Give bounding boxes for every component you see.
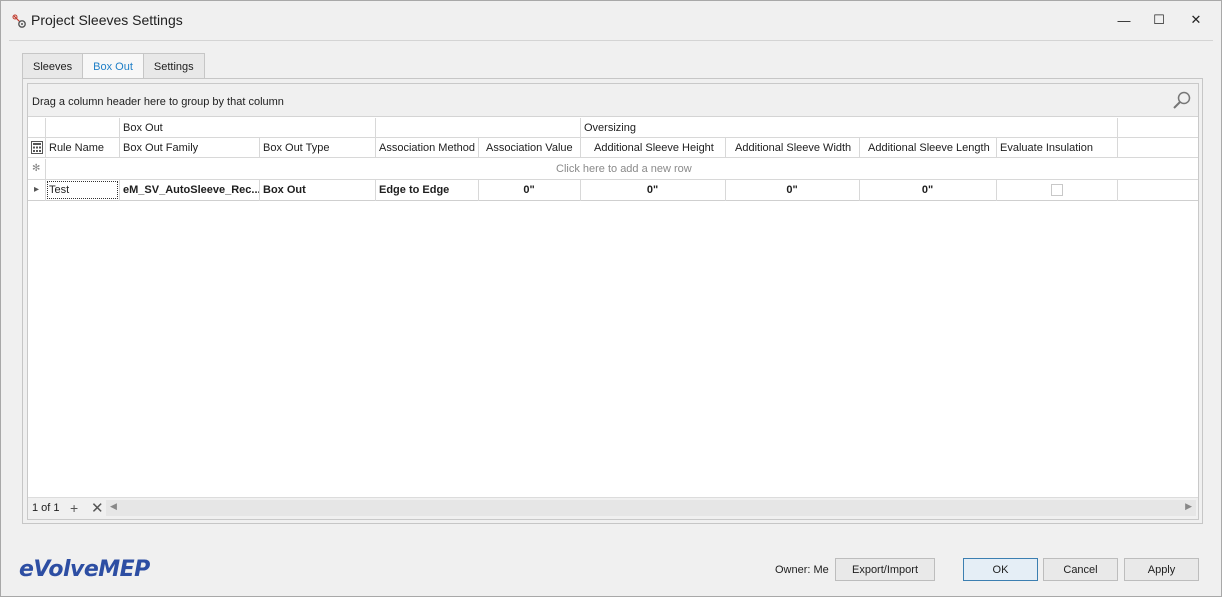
minimize-button[interactable]: — <box>1109 9 1139 31</box>
tab-strip: Sleeves Box Out Settings <box>22 53 205 80</box>
scroll-left-icon[interactable]: ◀ <box>110 501 117 512</box>
title-divider <box>9 40 1213 41</box>
evolvemep-logo: eVolveMEP <box>19 557 150 582</box>
header-additional-sleeve-height[interactable]: Additional Sleeve Height <box>580 138 725 158</box>
header-association-method[interactable]: Association Method <box>375 138 478 158</box>
cell-additional-sleeve-width[interactable]: 0" <box>725 180 859 200</box>
cell-box-out-family[interactable]: eM_SV_AutoSleeve_Rec... <box>119 180 259 200</box>
grid-navigator: 1 of 1 + ✕ ◀ ▶ <box>28 497 1198 519</box>
rules-grid: Drag a column header here to group by th… <box>27 83 1199 520</box>
sleeve-settings-icon <box>12 14 26 28</box>
dialog-window: Project Sleeves Settings — ☐ ✕ Sleeves B… <box>0 0 1222 597</box>
cell-additional-sleeve-height[interactable]: 0" <box>580 180 725 200</box>
title-bar: Project Sleeves Settings — ☐ ✕ <box>1 1 1221 39</box>
horizontal-scrollbar[interactable]: ◀ ▶ <box>106 500 1196 516</box>
header-evaluate-insulation[interactable]: Evaluate Insulation <box>996 138 1117 158</box>
header-additional-sleeve-width[interactable]: Additional Sleeve Width <box>725 138 859 158</box>
cell-box-out-type[interactable]: Box Out <box>259 180 375 200</box>
new-row-marker: ✻ <box>32 163 41 174</box>
header-box-out-family[interactable]: Box Out Family <box>119 138 259 158</box>
header-box-out-type[interactable]: Box Out Type <box>259 138 375 158</box>
delete-row-button[interactable]: ✕ <box>91 499 104 517</box>
cell-evaluate-insulation[interactable] <box>996 180 1117 200</box>
group-hint: Drag a column header here to group by th… <box>32 96 284 108</box>
tab-sleeves[interactable]: Sleeves <box>22 53 84 79</box>
new-row-hint: Click here to add a new row <box>556 163 692 175</box>
cancel-button[interactable]: Cancel <box>1043 558 1118 581</box>
tab-settings[interactable]: Settings <box>142 53 205 79</box>
cell-association-method[interactable]: Edge to Edge <box>375 180 478 200</box>
page-indicator: 1 of 1 <box>32 502 60 514</box>
column-chooser-icon[interactable] <box>31 141 43 154</box>
window-title: Project Sleeves Settings <box>31 12 183 28</box>
export-import-button[interactable]: Export/Import <box>835 558 935 581</box>
header-rule-name[interactable]: Rule Name <box>45 138 119 158</box>
close-button[interactable]: ✕ <box>1181 9 1211 31</box>
band-header-row: Box Out Oversizing <box>28 118 1198 138</box>
row-indicator: ▸ <box>34 184 40 195</box>
search-icon[interactable] <box>1172 90 1192 110</box>
evaluate-insulation-checkbox[interactable] <box>1050 184 1063 196</box>
maximize-button[interactable]: ☐ <box>1144 9 1174 31</box>
band-oversizing[interactable]: Oversizing <box>580 118 1116 138</box>
ok-button[interactable]: OK <box>963 558 1038 581</box>
box-out-panel: Drag a column header here to group by th… <box>22 78 1203 524</box>
add-row-button[interactable]: + <box>70 500 78 516</box>
apply-button[interactable]: Apply <box>1124 558 1199 581</box>
owner-label: Owner: Me <box>775 564 829 576</box>
cell-additional-sleeve-length[interactable]: 0" <box>859 180 996 200</box>
header-additional-sleeve-length[interactable]: Additional Sleeve Length <box>859 138 996 158</box>
table-row[interactable]: ▸ Test eM_SV_AutoSleeve_Rec... Box Out E… <box>28 180 1198 201</box>
scroll-right-icon[interactable]: ▶ <box>1185 501 1192 512</box>
header-association-value[interactable]: Association Value <box>478 138 580 158</box>
tab-box-out[interactable]: Box Out <box>82 53 144 80</box>
cell-association-value[interactable]: 0" <box>478 180 580 200</box>
band-box-out[interactable]: Box Out <box>119 118 375 138</box>
column-header-row: Rule Name Box Out Family Box Out Type As… <box>28 138 1198 158</box>
group-panel[interactable]: Drag a column header here to group by th… <box>28 84 1198 117</box>
new-item-row[interactable]: ✻ Click here to add a new row <box>28 159 1198 180</box>
cell-rule-name[interactable]: Test <box>46 180 119 200</box>
